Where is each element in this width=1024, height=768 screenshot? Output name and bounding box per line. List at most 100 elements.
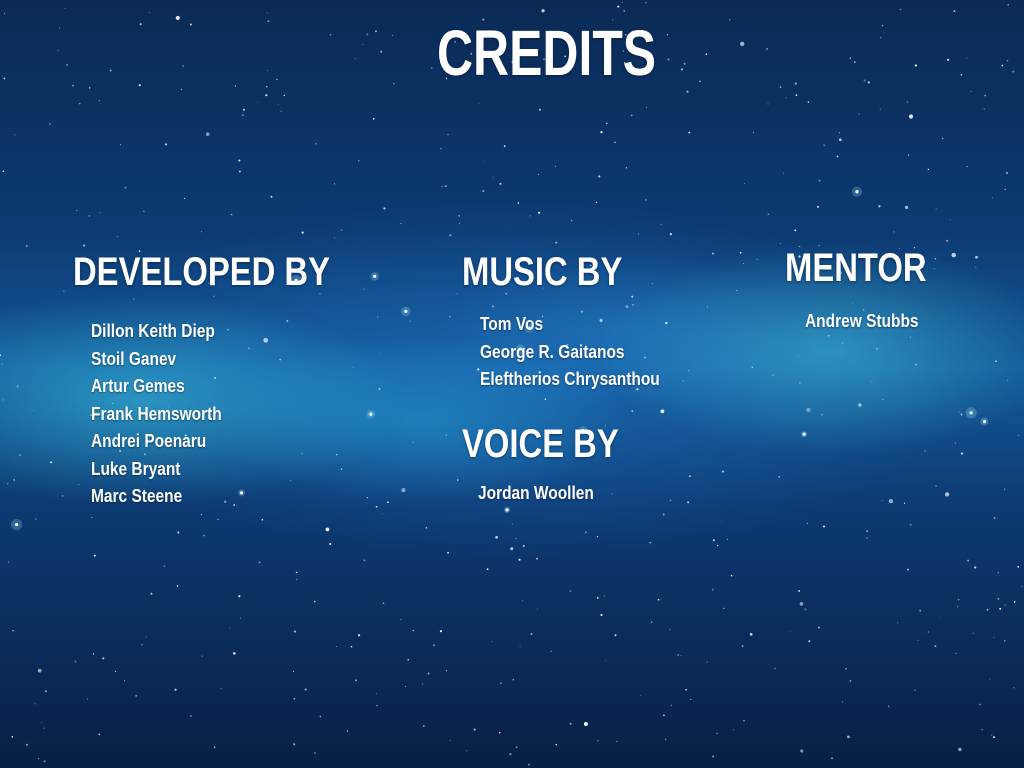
star [441,185,443,188]
star [779,243,781,245]
star [699,80,701,83]
star [960,74,963,76]
star [669,233,673,236]
star [329,543,332,545]
star [992,736,996,739]
star [519,645,521,647]
star [706,661,708,663]
star [605,660,607,661]
voice-actor-name: Jordan Woollen [478,483,594,503]
star [1004,640,1006,642]
star [958,411,960,413]
star [292,670,294,672]
star [651,283,653,285]
star [213,295,215,297]
star [229,627,231,629]
star [13,479,15,481]
star [334,237,336,239]
star [363,288,365,290]
star [362,43,364,45]
star [947,58,950,61]
star [908,114,914,119]
star [881,24,884,27]
star [510,547,514,551]
star [91,516,93,519]
star [263,337,269,343]
star [712,539,715,542]
star [180,88,183,91]
star [515,538,517,540]
developer-name: Luke Bryant [91,458,181,479]
star [666,34,669,36]
star [98,733,101,736]
star [366,33,369,36]
star [917,639,919,642]
star [919,609,922,612]
star [445,434,448,436]
star [346,730,349,732]
star [989,678,991,680]
star [867,81,870,84]
star [794,229,797,232]
star [767,103,769,105]
star [1006,59,1009,62]
star [649,541,651,544]
star [569,722,572,725]
star [606,122,608,125]
star [335,454,338,456]
star [88,214,91,217]
star [645,198,647,201]
star [304,688,307,691]
developer-name: Frank Hemsworth [91,403,222,424]
star [621,1,623,3]
star [806,407,811,413]
developed-by-heading: DEVELOPED BY [73,250,330,294]
star [789,630,791,632]
star [878,205,881,208]
star [660,224,662,226]
star [432,644,436,647]
star [447,551,450,554]
star [238,159,241,162]
star [491,641,493,643]
star [645,2,647,4]
star [774,667,776,670]
star [150,592,153,595]
star [124,186,127,189]
star [944,492,950,497]
star [503,145,506,147]
star [517,202,520,204]
star [64,8,66,10]
star [975,266,977,269]
star [935,485,937,487]
star [295,578,298,581]
star [449,739,451,741]
star [409,320,411,322]
star [766,48,768,50]
star [217,518,219,521]
star [683,62,686,65]
star [509,753,512,756]
star [681,68,683,71]
star [1004,188,1006,190]
star [600,131,603,134]
star [301,452,303,455]
star [914,64,917,67]
star [340,229,343,231]
star [798,589,801,592]
star [383,207,386,210]
star [538,108,541,111]
star [909,336,912,338]
star [500,682,502,685]
star [66,64,68,66]
star [999,607,1002,610]
star [366,496,369,499]
star [946,239,949,242]
star [11,736,14,738]
star [662,513,665,516]
star [449,316,451,318]
star [512,679,514,681]
star [381,513,383,515]
star [115,670,117,673]
star [277,104,279,106]
